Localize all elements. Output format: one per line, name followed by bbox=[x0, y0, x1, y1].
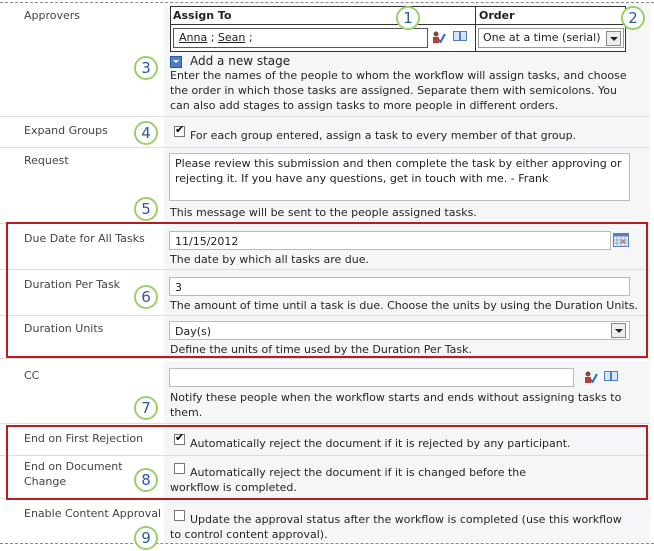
order-select-value: One at a time (serial) bbox=[483, 31, 601, 44]
expand-groups-checkbox[interactable] bbox=[174, 123, 185, 137]
cc-description: Notify these people when the workflow st… bbox=[170, 391, 622, 419]
order-header: Order bbox=[479, 9, 515, 22]
approvers-label: Approvers bbox=[24, 9, 81, 22]
request-row: Request Please review this submission an… bbox=[0, 148, 650, 224]
expand-groups-text: For each group entered, assign a task to… bbox=[190, 129, 577, 142]
assign-to-header: Assign To bbox=[173, 9, 232, 22]
cc-input[interactable] bbox=[169, 368, 574, 387]
cc-row: CC Notify these people when the workflow… bbox=[0, 361, 650, 424]
expand-groups-row: Expand Groups For each group entered, as… bbox=[0, 117, 650, 148]
order-select[interactable]: One at a time (serial) bbox=[478, 28, 624, 48]
callout-8: 8 bbox=[134, 468, 158, 492]
request-label: Request bbox=[24, 154, 69, 167]
expand-groups-label: Expand Groups bbox=[24, 124, 108, 137]
assignee-sean[interactable]: Sean bbox=[218, 31, 245, 44]
callout-9: 9 bbox=[134, 526, 158, 550]
workflow-settings-form: Approvers Assign To Order Anna ; Sean ; … bbox=[0, 0, 654, 551]
end-conditions-highlight bbox=[6, 425, 648, 500]
check-names-icon[interactable] bbox=[432, 31, 446, 43]
add-new-stage-link[interactable]: Add a new stage bbox=[170, 54, 290, 68]
callout-4: 4 bbox=[134, 121, 158, 145]
callout-7: 7 bbox=[134, 396, 158, 420]
callout-5: 5 bbox=[134, 197, 158, 221]
callout-1: 1 bbox=[396, 6, 420, 30]
enable-content-approval-label: Enable Content Approval bbox=[24, 507, 162, 520]
callout-6: 6 bbox=[134, 285, 158, 309]
assign-to-input[interactable]: Anna ; Sean ; bbox=[173, 28, 428, 48]
request-textarea[interactable]: Please review this submission and then c… bbox=[169, 153, 630, 201]
callout-2: 2 bbox=[621, 6, 645, 30]
approvers-description: Enter the names of the people to whom th… bbox=[170, 69, 627, 112]
order-dropdown-arrow-icon[interactable] bbox=[606, 31, 621, 46]
assignee-anna[interactable]: Anna bbox=[179, 31, 207, 44]
callout-3: 3 bbox=[134, 56, 158, 80]
enable-content-approval-row: Enable Content Approval Update the appro… bbox=[0, 500, 650, 542]
expand-arrow-icon bbox=[170, 55, 182, 68]
bottom-dashed-divider bbox=[0, 543, 654, 544]
cc-address-book-icon[interactable] bbox=[604, 370, 618, 382]
enable-content-approval-text: Update the approval status after the wor… bbox=[170, 513, 622, 541]
due-date-group-highlight bbox=[6, 222, 648, 358]
cc-label: CC bbox=[24, 369, 40, 382]
request-description: This message will be sent to the people … bbox=[170, 206, 477, 219]
cc-check-names-icon[interactable] bbox=[584, 371, 598, 383]
address-book-icon[interactable] bbox=[453, 30, 467, 42]
